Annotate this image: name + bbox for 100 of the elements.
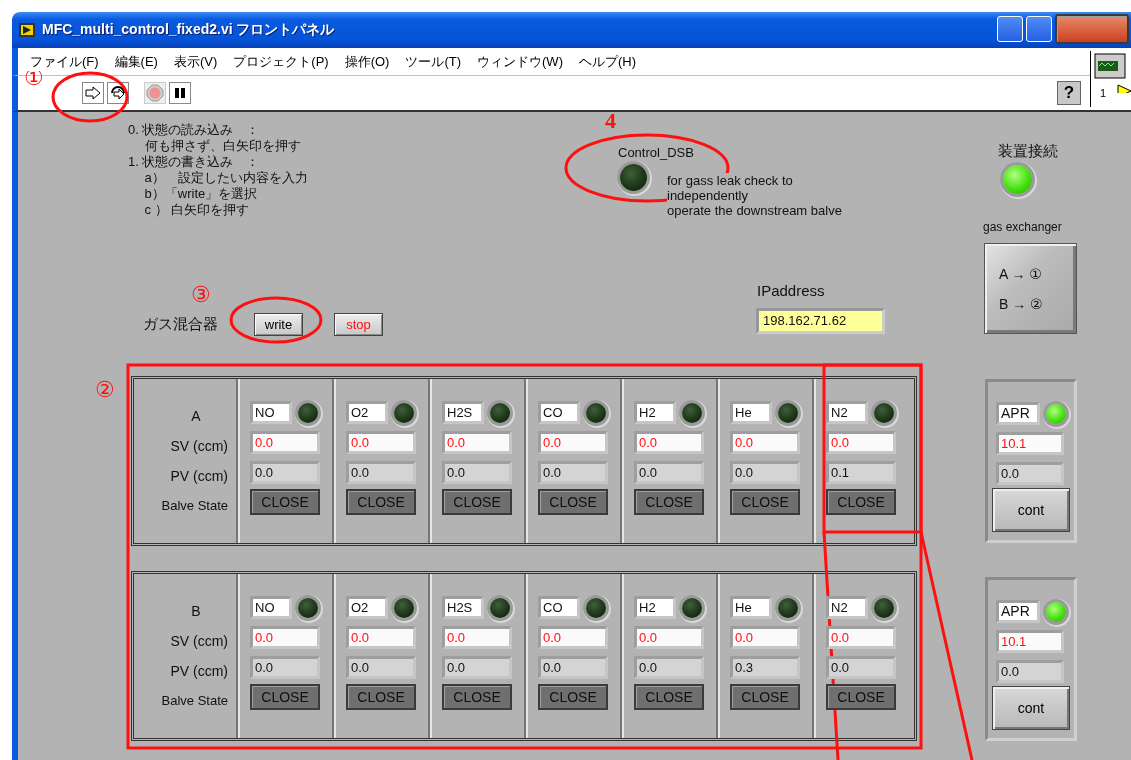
pv-field: 0.0	[538, 656, 608, 679]
annotation-number: ②	[95, 377, 115, 402]
gas-name-field[interactable]: NO	[250, 596, 292, 619]
pv-field: 0.0	[634, 461, 704, 484]
sv-field[interactable]: 0.0	[826, 626, 896, 649]
maximize-button[interactable]	[1026, 16, 1052, 42]
sv-field[interactable]: 0.0	[250, 431, 320, 454]
pv-field: 0.0	[442, 461, 512, 484]
sv-field[interactable]: 0.0	[826, 431, 896, 454]
cluster-name: B	[190, 602, 201, 621]
annotation-number: 4	[605, 108, 616, 134]
pv-field: 0.0	[250, 461, 320, 484]
arrow-icon	[85, 86, 101, 100]
sv-field[interactable]: 0.0	[538, 431, 608, 454]
gas-name-field[interactable]: H2S	[442, 596, 484, 619]
row-label: Balve State	[161, 497, 228, 515]
led-label: 装置接続	[998, 142, 1058, 161]
field-label: IPaddress	[757, 282, 825, 299]
valve-state-button[interactable]: CLOSE	[634, 489, 704, 515]
pv-field: 0.0	[730, 461, 800, 484]
sv-field[interactable]: 0.0	[634, 626, 704, 649]
pv-field: 0.0	[442, 656, 512, 679]
pv-field: 0.0	[346, 461, 416, 484]
gas-name-field[interactable]: CO	[538, 596, 580, 619]
valve-state-button[interactable]: CLOSE	[250, 489, 320, 515]
instruction-text: b）「write」を選択	[143, 186, 259, 202]
valve-state-button[interactable]: CLOSE	[538, 684, 608, 710]
write-button[interactable]: write	[254, 313, 303, 336]
row-label: PV (ccm)	[170, 662, 228, 681]
valve-state-button[interactable]: CLOSE	[442, 489, 512, 515]
instruction-text: 1. 状態の書き込み ：	[128, 154, 261, 170]
sv-field[interactable]: 10.1	[996, 432, 1064, 455]
help-button[interactable]: ?	[1057, 81, 1081, 105]
valve-state-button[interactable]: CLOSE	[730, 489, 800, 515]
valve-state-button[interactable]: CLOSE	[538, 489, 608, 515]
row-label: SV (ccm)	[170, 632, 228, 651]
valve-state-button[interactable]: CLOSE	[826, 489, 896, 515]
sv-field[interactable]: 0.0	[442, 431, 512, 454]
mixer-label: ガス混合器	[143, 315, 218, 334]
cluster-name: A	[190, 407, 201, 426]
sv-field[interactable]: 10.1	[996, 630, 1064, 653]
sv-field[interactable]: 0.0	[442, 626, 512, 649]
sv-field[interactable]: 0.0	[730, 626, 800, 649]
gas-name-field[interactable]: O2	[346, 596, 388, 619]
gas-name-field[interactable]: H2S	[442, 401, 484, 424]
app-icon	[18, 22, 36, 38]
pv-field: 0.0	[996, 660, 1064, 683]
gas-name-field[interactable]: N2	[826, 596, 868, 619]
instruction-text: c ） 白矢印を押す	[143, 202, 251, 218]
minimize-button[interactable]	[997, 16, 1023, 42]
stop-sign-icon	[146, 84, 164, 102]
annotation-number: ③	[191, 282, 211, 307]
cont-button[interactable]: cont	[992, 488, 1070, 532]
button-label: gas exchanger	[983, 220, 1062, 234]
sv-field[interactable]: 0.0	[346, 431, 416, 454]
sv-field[interactable]: 0.0	[730, 431, 800, 454]
gas-name-field[interactable]: H2	[634, 596, 676, 619]
pv-field: 0.0	[346, 656, 416, 679]
pause-button[interactable]	[169, 82, 191, 104]
valve-state-button[interactable]: CLOSE	[250, 684, 320, 710]
pv-field: 0.0	[634, 656, 704, 679]
instruction-text: 0. 状態の読み込み ：	[128, 122, 261, 138]
pv-field: 0.3	[730, 656, 800, 679]
run-button[interactable]	[82, 82, 104, 104]
note-text: operate the downstream balve	[667, 203, 842, 218]
valve-state-button[interactable]: CLOSE	[634, 684, 704, 710]
gas-name-field[interactable]: H2	[634, 401, 676, 424]
valve-state-button[interactable]: CLOSE	[442, 684, 512, 710]
gas-name-field[interactable]: NO	[250, 401, 292, 424]
gas-name-field[interactable]: CO	[538, 401, 580, 424]
sv-field[interactable]: 0.0	[250, 626, 320, 649]
valve-state-button[interactable]: CLOSE	[346, 684, 416, 710]
sv-field[interactable]: 0.0	[634, 431, 704, 454]
row-label: Balve State	[161, 692, 228, 710]
valve-state-button[interactable]: CLOSE	[826, 684, 896, 710]
pv-field: 0.0	[538, 461, 608, 484]
gas-name-field[interactable]: He	[730, 401, 772, 424]
gas-name-field[interactable]: He	[730, 596, 772, 619]
gas-name-field[interactable]: N2	[826, 401, 868, 424]
loop-arrow-icon	[109, 84, 127, 102]
valve-state-button[interactable]: CLOSE	[346, 489, 416, 515]
vi-icon: 1	[1090, 51, 1131, 107]
cont-button[interactable]: cont	[992, 686, 1070, 730]
row-label: PV (ccm)	[170, 467, 228, 486]
note-text: independently	[667, 188, 748, 203]
close-button[interactable]	[1055, 14, 1129, 44]
sv-field[interactable]: 0.0	[538, 626, 608, 649]
apr-name-field[interactable]: APR	[996, 402, 1040, 425]
window-title: MFC_multi_control_fixed2.vi フロントパネル	[42, 21, 335, 39]
row-label: SV (ccm)	[170, 437, 228, 456]
instruction-text: a） 設定したい内容を入力	[143, 170, 308, 186]
pv-field: 0.0	[250, 656, 320, 679]
gas-name-field[interactable]: O2	[346, 401, 388, 424]
stop-button[interactable]: stop	[334, 313, 383, 336]
pv-field: 0.0	[826, 656, 896, 679]
apr-name-field[interactable]: APR	[996, 600, 1040, 623]
gas-exchanger-button[interactable]: A → ① B → ②	[984, 243, 1077, 334]
valve-state-button[interactable]: CLOSE	[730, 684, 800, 710]
ip-address-field[interactable]: 198.162.71.62	[756, 308, 885, 334]
sv-field[interactable]: 0.0	[346, 626, 416, 649]
